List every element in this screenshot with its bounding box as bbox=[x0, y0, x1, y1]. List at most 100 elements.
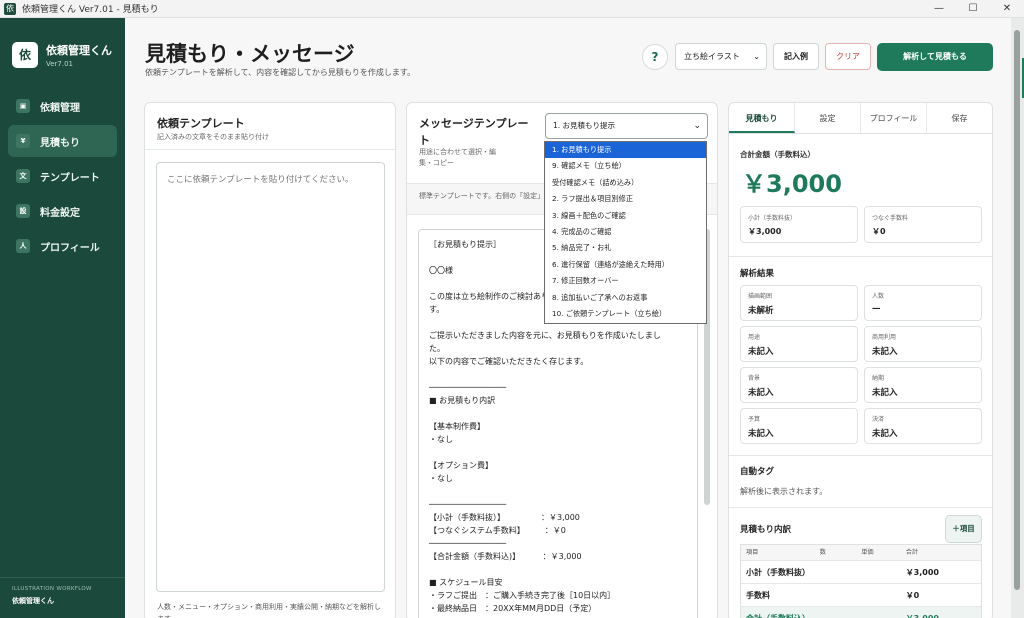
column-header: 数 bbox=[819, 549, 826, 556]
message-line: ・ラフご提出 ：ご購入手続き完了後［10日以内］ bbox=[429, 591, 616, 600]
message-line: 以下の内容でご確認いただきたく存じます。 bbox=[429, 357, 589, 366]
column-header: 合計 bbox=[905, 549, 919, 556]
sidebar-item-estimate[interactable]: ¥ 見積もり bbox=[8, 125, 117, 157]
settings-icon: 設 bbox=[16, 204, 30, 218]
dropdown-option[interactable]: 9. 確認メモ（立ち絵） bbox=[545, 158, 706, 174]
help-button[interactable]: ? bbox=[642, 44, 668, 70]
brand-name: 依頼管理くん bbox=[46, 44, 112, 57]
analysis-key: 決済 bbox=[872, 416, 885, 423]
tab-settings[interactable]: 設定 bbox=[795, 103, 861, 133]
analysis-value: 未解析 bbox=[748, 306, 774, 316]
sidebar-item-label: プロフィール bbox=[40, 242, 100, 254]
sidebar-item-profile[interactable]: 人 プロフィール bbox=[8, 230, 117, 262]
scrollbar-thumb[interactable] bbox=[1014, 30, 1020, 590]
total-value: ￥3,000 bbox=[742, 170, 842, 198]
sidebar: 依 依頼管理くん Ver7.01 ▣ 依頼管理 ¥ 見積もり 文 テンプレート … bbox=[0, 18, 125, 618]
illustration-type-value: 立ち絵イラスト bbox=[684, 52, 740, 61]
brand-logo: 依 bbox=[12, 42, 38, 68]
column-header: 単価 bbox=[861, 549, 874, 556]
message-line bbox=[429, 563, 687, 576]
clear-button[interactable]: クリア bbox=[825, 43, 871, 70]
message-line: ──────────────── bbox=[429, 500, 507, 509]
analysis-card: 人数 — bbox=[864, 285, 982, 321]
analysis-card: 予算 未記入 bbox=[740, 408, 858, 444]
fee-value: ￥0 bbox=[872, 227, 886, 236]
divider bbox=[145, 149, 395, 150]
dropdown-option[interactable]: 4. 完成品のご確認 bbox=[545, 224, 706, 240]
message-line: 【オプション費】 bbox=[429, 461, 493, 470]
message-line: 【基本制作費】 bbox=[429, 422, 485, 431]
analysis-value: 未記入 bbox=[872, 347, 898, 357]
message-template-dropdown: 1. お見積もり提示 9. 確認メモ（立ち絵） 受付確認メモ（詰め込み） 2. ラフ提… bbox=[544, 141, 707, 324]
message-line: 【合計金額（手数料込)】 ：￥3,000 bbox=[429, 552, 582, 561]
analysis-key: 予算 bbox=[748, 416, 761, 423]
sidebar-item-requests[interactable]: ▣ 依頼管理 bbox=[8, 90, 117, 122]
person-icon: 人 bbox=[16, 239, 30, 253]
estimate-tabs: 見積もり 設定 プロフィール 保存 bbox=[729, 103, 992, 134]
tab-estimate[interactable]: 見積もり bbox=[729, 103, 795, 133]
fee-label: つなぐ手数料 bbox=[872, 215, 909, 222]
analysis-card: 商用利用 未記入 bbox=[864, 326, 982, 362]
dropdown-option[interactable]: 2. ラフ提出＆項目別修正 bbox=[545, 191, 706, 207]
request-template-panel: 依頼テンプレート 記入済みの文章をそのまま貼り付け 人数・メニュー・オプション・… bbox=[144, 102, 396, 618]
row-item: 手数料 bbox=[746, 591, 770, 600]
window-titlebar: 依 依頼管理くん Ver7.01 - 見積もり — ☐ ✕ bbox=[0, 0, 1024, 18]
close-icon[interactable]: ✕ bbox=[990, 0, 1024, 18]
sidebar-item-label: 料金設定 bbox=[40, 207, 80, 219]
row-item: 合計（手数料込） bbox=[741, 607, 890, 618]
illustration-type-select[interactable]: 立ち絵イラスト ⌄ bbox=[675, 43, 767, 70]
fee-card: つなぐ手数料 ￥0 bbox=[864, 206, 982, 243]
app-icon: 依 bbox=[4, 2, 16, 15]
dropdown-option[interactable]: 3. 線画＋配色のご確認 bbox=[545, 208, 706, 224]
message-template-select[interactable]: 1. お見積もり提示 ⌄ bbox=[545, 113, 708, 139]
message-line: 【小計（手数料抜）】 ：￥3,000 bbox=[429, 513, 580, 522]
analyze-button[interactable]: 解析して見積もる bbox=[877, 43, 993, 71]
table-row: 小計（手数料抜） ￥3,000 bbox=[741, 561, 981, 584]
panel-title: メッセージテンプレート bbox=[419, 117, 529, 147]
dropdown-option[interactable]: 1. お見積もり提示 bbox=[545, 142, 706, 159]
tab-save[interactable]: 保存 bbox=[927, 103, 992, 133]
tags-note: 解析後に表示されます。 bbox=[740, 487, 828, 496]
add-item-button[interactable]: ＋項目 bbox=[945, 515, 982, 543]
sidebar-footer-name: 依頼管理くん bbox=[12, 597, 54, 605]
request-template-input[interactable] bbox=[156, 162, 385, 592]
sidebar-item-templates[interactable]: 文 テンプレート bbox=[8, 160, 117, 192]
analysis-key: 納期 bbox=[872, 375, 885, 382]
maximize-icon[interactable]: ☐ bbox=[956, 0, 990, 18]
divider bbox=[729, 256, 992, 257]
total-label: 合計金額（手数料込） bbox=[740, 150, 815, 159]
panel-title: 依頼テンプレート bbox=[157, 117, 245, 130]
analysis-card: 描画範囲 未解析 bbox=[740, 285, 858, 321]
example-button[interactable]: 記入例 bbox=[773, 43, 819, 70]
breakdown-title: 見積もり内訳 bbox=[740, 525, 792, 535]
window-scrollbar[interactable] bbox=[1011, 18, 1024, 618]
message-template-value: 1. お見積もり提示 bbox=[553, 121, 616, 130]
table-row: 手数料 ￥0 bbox=[741, 584, 981, 607]
dropdown-option[interactable]: 5. 納品完了・お礼 bbox=[545, 240, 706, 256]
message-line bbox=[429, 485, 687, 498]
table-header: 項目 数 単価 合計 bbox=[741, 545, 981, 561]
sidebar-item-pricing[interactable]: 設 料金設定 bbox=[8, 195, 117, 227]
message-line: ・なし bbox=[429, 435, 453, 444]
breakdown-table: 項目 数 単価 合計 小計（手数料抜） ￥3,000 手数料 ￥0 合計（手数料… bbox=[740, 544, 982, 618]
dropdown-option[interactable]: 6. 進行保留（連絡が途絶えた時用） bbox=[545, 257, 706, 273]
dropdown-option[interactable]: 7. 修正回数オーバー bbox=[545, 273, 706, 289]
dropdown-option[interactable]: 受付確認メモ（詰め込み） bbox=[545, 175, 706, 191]
dropdown-option[interactable]: 10. ご依頼テンプレート（立ち絵） bbox=[545, 306, 706, 322]
subtotal-label: 小計（手数料抜） bbox=[748, 215, 797, 222]
estimate-panel: 見積もり 設定 プロフィール 保存 合計金額（手数料込） ￥3,000 小計（手… bbox=[728, 102, 993, 618]
tab-profile[interactable]: プロフィール bbox=[861, 103, 927, 133]
message-line: ──────────────── bbox=[429, 383, 507, 392]
message-line: ・なし bbox=[429, 474, 453, 483]
request-list-icon: ▣ bbox=[16, 99, 30, 113]
analysis-key: 商用利用 bbox=[872, 334, 897, 341]
divider bbox=[729, 507, 992, 508]
analysis-value: 未記入 bbox=[748, 388, 774, 398]
minimize-icon[interactable]: — bbox=[922, 0, 956, 18]
analysis-card: 用途 未記入 bbox=[740, 326, 858, 362]
analysis-key: 用途 bbox=[748, 334, 761, 341]
message-line: ・最終納品日 ：20XX年MM月DD日（予定） bbox=[429, 604, 597, 613]
sidebar-footer: ILLUSTRATION WORKFLOW 依頼管理くん bbox=[0, 577, 125, 618]
message-line: ■ お見積もり内訳 bbox=[429, 396, 496, 405]
dropdown-option[interactable]: 8. 追加払いご了承へのお返事 bbox=[545, 290, 706, 306]
